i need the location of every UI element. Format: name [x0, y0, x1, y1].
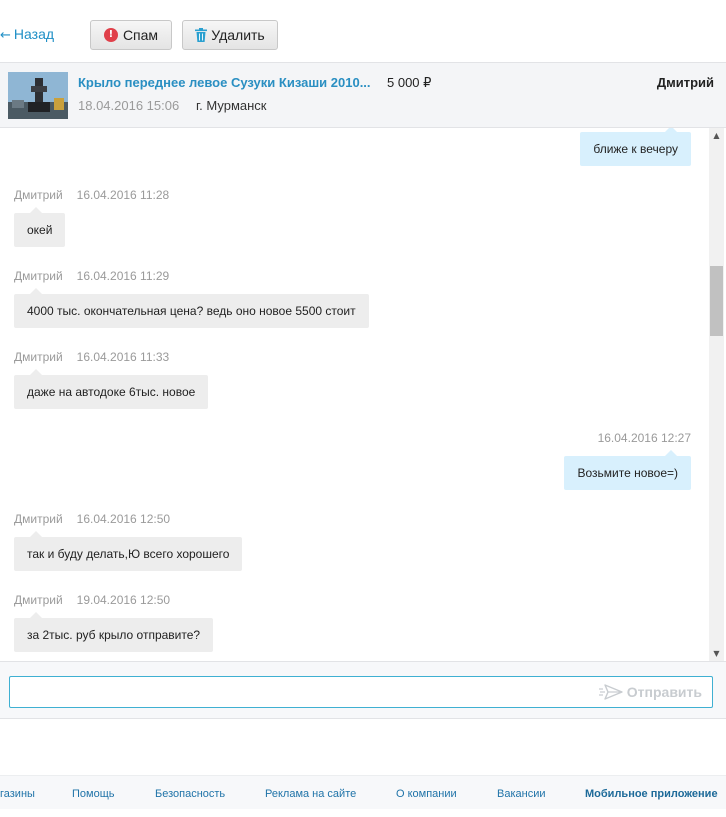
message-meta: Дмитрий 19.04.2016 12:50: [14, 593, 170, 607]
arrow-left-icon: ←: [0, 28, 11, 43]
message-meta: Дмитрий 16.04.2016 11:28: [14, 188, 169, 202]
message-text: так и буду делать,Ю всего хорошего: [27, 547, 230, 561]
message-time: 16.04.2016 12:50: [76, 512, 171, 526]
item-date: 18.04.2016 15:06: [78, 98, 180, 113]
message-author: Дмитрий: [14, 593, 63, 607]
message-meta: 16.04.2016 12:27: [598, 431, 691, 445]
message-bubble-incoming: даже на автодоке 6тыс. новое: [14, 369, 209, 409]
message-time: 16.04.2016 11:29: [76, 269, 170, 283]
message-meta: Дмитрий 16.04.2016 12:50: [14, 512, 170, 526]
message-scrollbar[interactable]: ▲ ▼: [709, 128, 724, 661]
spam-label: Спам: [122, 27, 159, 43]
message-text: за 2тыс. руб крыло отправите?: [27, 628, 201, 642]
message-composer: Отправить: [0, 661, 726, 719]
send-button[interactable]: Отправить: [598, 677, 702, 707]
delete-button[interactable]: Удалить: [182, 20, 278, 50]
scroll-up-arrow-icon[interactable]: ▲: [709, 128, 724, 143]
footer-link-security[interactable]: Безопасность: [155, 788, 225, 800]
paper-plane-icon: [598, 683, 623, 701]
message-bubble-incoming: за 2тыс. руб крыло отправите?: [14, 612, 214, 652]
scrollbar-thumb[interactable]: [710, 266, 723, 336]
footer-link-advertising[interactable]: Реклама на сайте: [265, 788, 356, 800]
footer-link-vacancies[interactable]: Вакансии: [497, 788, 546, 800]
item-price: 5 000 ₽: [387, 75, 432, 90]
message-bubble-incoming: так и буду делать,Ю всего хорошего: [14, 531, 243, 571]
spam-button[interactable]: ! Спам: [90, 20, 172, 50]
site-footer: газины Помощь Безопасность Реклама на са…: [0, 775, 726, 809]
item-city: г. Мурманск: [196, 98, 267, 113]
message-text: 4000 тыс. окончательная цена? ведь оно н…: [27, 304, 356, 318]
message-input[interactable]: Отправить: [9, 676, 713, 708]
send-label: Отправить: [626, 684, 702, 700]
message-text: окей: [27, 223, 53, 237]
trash-icon: [195, 28, 208, 42]
message-text: даже на автодоке 6тыс. новое: [27, 385, 196, 399]
message-text: ближе к вечеру: [593, 142, 678, 156]
message-bubble-incoming: 4000 тыс. окончательная цена? ведь оно н…: [14, 288, 369, 328]
back-label: Назад: [13, 26, 55, 42]
back-link[interactable]: ← Назад: [0, 26, 54, 43]
message-meta: Дмитрий 16.04.2016 11:29: [14, 269, 169, 283]
message-toolbar: ← Назад ! Спам Удалить: [0, 0, 726, 62]
delete-label: Удалить: [211, 27, 265, 43]
item-title-link[interactable]: Крыло переднее левое Сузуки Кизаши 2010.…: [78, 75, 371, 90]
message-meta: Дмитрий 16.04.2016 11:33: [14, 350, 169, 364]
footer-link-mobile-app[interactable]: Мобильное приложение: [585, 788, 718, 800]
item-thumbnail[interactable]: [8, 72, 68, 119]
footer-link-about[interactable]: О компании: [396, 788, 457, 800]
message-text: Возьмите новое=): [577, 466, 678, 480]
scroll-down-arrow-icon[interactable]: ▼: [709, 646, 724, 661]
message-author: Дмитрий: [14, 269, 63, 283]
message-bubble-incoming: окей: [14, 207, 66, 247]
message-time: 19.04.2016 12:50: [76, 593, 171, 607]
alert-icon: !: [103, 28, 118, 42]
footer-link-shops[interactable]: газины: [0, 788, 35, 800]
message-time: 16.04.2016 12:27: [597, 431, 691, 445]
message-time: 16.04.2016 11:33: [76, 350, 170, 364]
message-bubble-outgoing: ближе к вечеру: [580, 128, 691, 166]
message-author: Дмитрий: [14, 512, 63, 526]
message-time: 16.04.2016 11:28: [76, 188, 170, 202]
message-list: ближе к вечеру Дмитрий 16.04.2016 11:28 о…: [0, 128, 726, 661]
message-author: Дмитрий: [14, 188, 63, 202]
footer-link-help[interactable]: Помощь: [72, 788, 115, 800]
message-bubble-outgoing: Возьмите новое=): [564, 450, 691, 490]
message-author: Дмитрий: [14, 350, 63, 364]
seller-name: Дмитрий: [656, 75, 714, 90]
item-header: Крыло переднее левое Сузуки Кизаши 2010.…: [0, 62, 726, 128]
